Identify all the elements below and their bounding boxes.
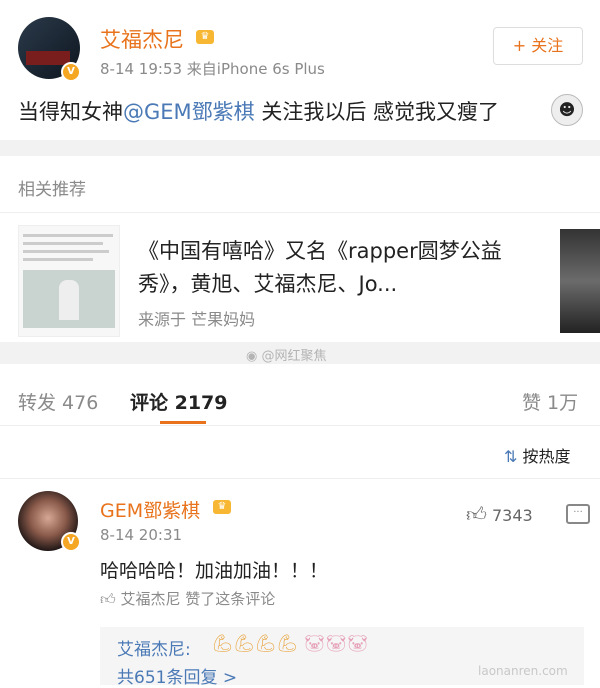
site-watermark: laonanren.com [478,664,568,678]
comment-like-count: 7343 [492,506,533,525]
comment-time: 8-14 20:31 [100,526,183,544]
reply-button[interactable]: ··· [566,504,590,524]
comment-verified-badge-icon: V [61,532,81,552]
post-text: 当得知女神@GEM鄧紫棋 关注我以后 感觉我又瘦了 [18,96,499,126]
post-text-prefix: 当得知女神 [18,100,123,124]
comment-author-name[interactable]: GEM鄧紫棋 [100,496,200,523]
panda-emoji-icon: ☻ [551,94,583,126]
vip-crown-icon: ♛ [196,30,214,44]
comment-tab[interactable]: 评论 2179 [130,388,228,415]
related-card[interactable]: 《中国有嘻哈》又名《rapper圆梦公益秀》，黄旭、艾福杰尼、Jo... 来源于… [0,213,600,350]
liked-by-thumb-icon: 👍︎ [100,590,121,608]
comment-tab-underline [160,421,206,424]
like-tab[interactable]: 赞 1万 [522,388,578,415]
liked-by-text: 艾福杰尼 赞了这条评论 [120,590,276,608]
comment-like-button[interactable]: 👍︎ 7343 [466,502,533,527]
stats-divider [0,425,600,426]
sort-label: 按热度 [522,447,571,466]
sort-divider [0,478,600,479]
follow-button-label: + 关注 [512,36,564,55]
related-card-source: 来源于 芒果妈妈 [138,310,256,329]
post-author-name[interactable]: 艾福杰尼 [100,24,184,54]
post-text-suffix: 关注我以后 感觉我又瘦了 [254,100,500,124]
comment-vip-crown-icon: ♛ [213,500,231,514]
pig-emoji-icon: 🐷︎🐷︎🐷︎ [303,634,369,654]
mention-link[interactable]: @GEM鄧紫棋 [123,100,255,124]
weibo-logo-icon: ◉ [246,349,262,364]
follow-button[interactable]: + 关注 [493,27,583,65]
weibo-watermark-text: @网红聚焦 [261,349,327,364]
related-card-thumbnail [18,225,120,337]
section-divider [0,140,600,156]
comment-liked-by: 👍︎ 艾福杰尼 赞了这条评论 [100,588,275,609]
reply-icon: ··· [573,507,583,518]
related-card-title: 《中国有嘻哈》又名《rapper圆梦公益秀》，黄旭、艾福杰尼、Jo... [138,239,502,296]
related-section-title: 相关推荐 [18,180,86,200]
reply-author[interactable]: 艾福杰尼: [117,635,191,660]
reply-more-link[interactable]: 共651条回复 > [117,663,237,688]
repost-tab[interactable]: 转发 476 [18,388,98,415]
post-meta: 8-14 19:53 来自iPhone 6s Plus [100,60,325,78]
thumbs-up-icon: 👍︎ [466,502,487,526]
verified-badge-icon: V [61,62,81,82]
sort-button[interactable]: ⇅ 按热度 [504,443,571,467]
related-card-side-image [560,229,600,333]
reply-emojis: 💪︎💪︎💪︎💪︎ 🐷︎🐷︎🐷︎ [212,634,368,654]
sort-icon: ⇅ [504,447,523,466]
muscle-emoji-icon: 💪︎💪︎💪︎💪︎ [212,634,299,654]
weibo-watermark: ◉ @网红聚焦 [246,345,327,364]
comment-text: 哈哈哈哈！加油加油！！！ [100,560,329,582]
